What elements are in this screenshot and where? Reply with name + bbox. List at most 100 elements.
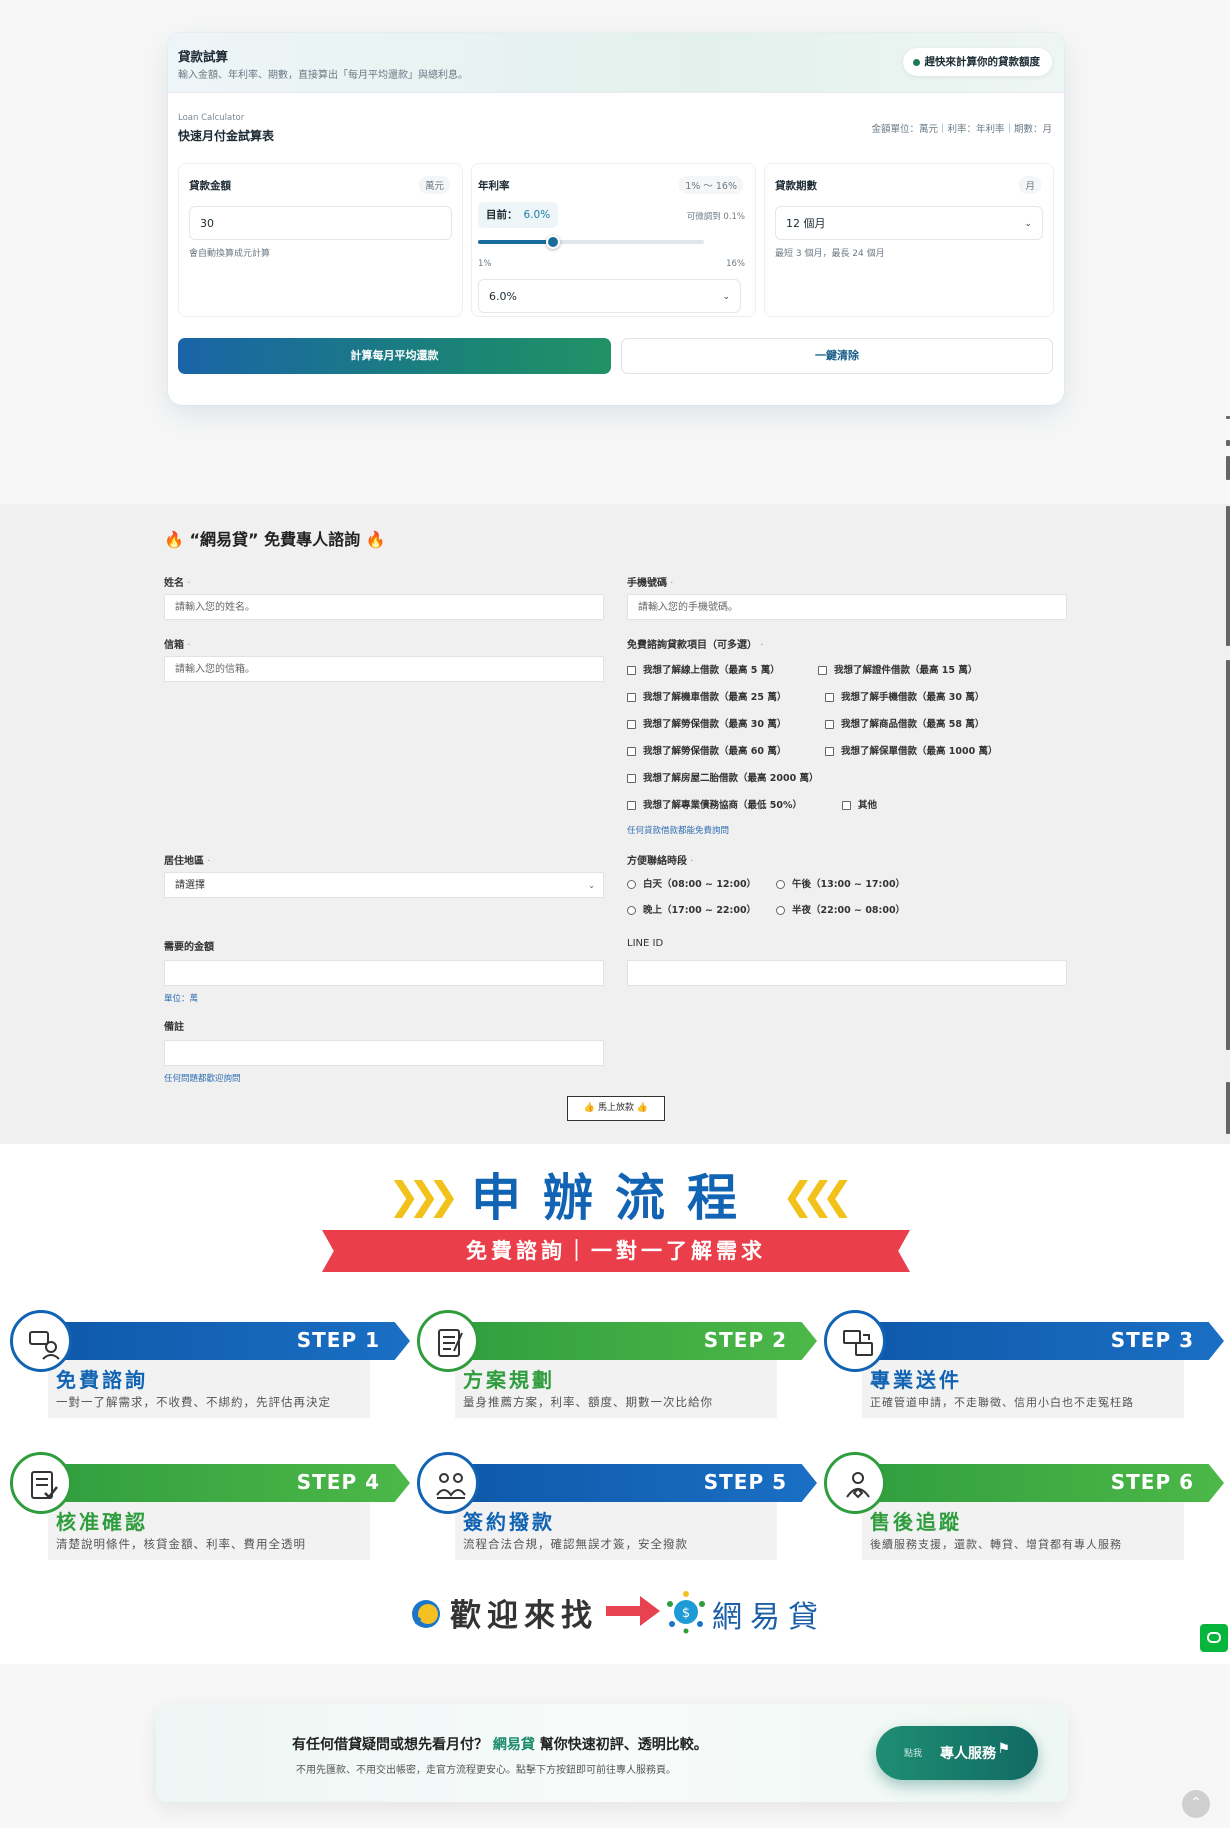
chevron-left-icon: ❮❮❮ — [782, 1174, 853, 1218]
rate-max-label: 16% — [726, 259, 745, 269]
calculator-title: 貸款試算 — [178, 49, 229, 64]
step-desc: 量身推薦方案，利率、額度、期數一次比給你 — [463, 1395, 713, 1409]
scroll-edge-mark — [1226, 1082, 1230, 1134]
back-to-top-button[interactable]: ⌃ — [1182, 1790, 1210, 1818]
calculator-card: 貸款試算 輸入金額、年利率、期數，直接算出「每月平均還款」與總利息。 趕快來計算… — [168, 33, 1064, 405]
remark-label: 備註 — [164, 1022, 184, 1033]
step-number: STEP 1 — [296, 1328, 380, 1352]
time-radio[interactable]: 晚上（17:00 ~ 22:00） — [627, 904, 756, 918]
contact-time-label: 方便聯絡時段 · — [627, 856, 694, 867]
units-note: 金額單位：萬元｜利率：年利率｜期數：月 — [871, 124, 1052, 135]
scroll-edge-mark — [1226, 416, 1230, 419]
scroll-edge-mark — [1226, 660, 1230, 1050]
rate-current-label: 目前： — [486, 209, 518, 221]
region-label: 居住地區 · — [164, 856, 211, 867]
term-select[interactable]: 12 個月 ⌄ — [775, 206, 1043, 240]
amount-input[interactable]: 30 — [189, 206, 452, 240]
step-5: STEP 5 簽約撥款 流程合法合規，確認無誤才簽，安全撥款 — [413, 1444, 817, 1564]
cta-sub-text: 不用先匯款、不用交出帳密，走官方流程更安心。點擊下方按鈕即可前往專人服務頁。 — [296, 1765, 676, 1776]
item-checkbox[interactable]: 我想了解專業債務協商（最低 50%） — [627, 799, 802, 813]
scroll-edge-mark — [1226, 440, 1230, 446]
contract-handshake-icon — [417, 1452, 479, 1514]
cta-card: 有任何借貸疑問或想先看月付？ 網易貸 幫你快速初評、透明比較。 不用先匯款、不用… — [156, 1704, 1068, 1802]
line-id-input[interactable] — [627, 960, 1067, 986]
remark-input[interactable] — [164, 1040, 604, 1066]
step-name: 方案規劃 — [463, 1368, 555, 1392]
item-checkbox[interactable]: 我想了解線上借款（最高 5 萬） — [627, 664, 780, 678]
expert-service-button[interactable]: 點我 專人服務 ⚑ — [876, 1726, 1038, 1780]
step-desc: 清楚說明條件，核貸金額、利率、費用全透明 — [56, 1537, 306, 1551]
amount-unit-note: 單位：萬 — [164, 994, 199, 1004]
rate-slider[interactable] — [478, 235, 704, 249]
amount-hint: 會自動換算成元計算 — [189, 249, 271, 259]
rate-current-value: 6.0% — [523, 209, 551, 221]
email-input[interactable]: 請輸入您的信箱。 — [164, 656, 604, 682]
submit-button[interactable]: 👍 馬上放款 👍 — [567, 1096, 665, 1121]
item-checkbox[interactable]: 其他 — [842, 799, 877, 813]
rate-slider-thumb[interactable] — [546, 235, 561, 249]
phone-input[interactable]: 請輸入您的手機號碼。 — [627, 594, 1067, 620]
email-label: 信箱 · — [164, 640, 191, 651]
calculator-table-title: 快速月付金試算表 — [178, 129, 275, 143]
step-1: STEP 1 免費諮詢 一對一了解需求，不收費、不綁約，先評估再決定 — [6, 1302, 410, 1422]
calculator-en-label: Loan Calculator — [178, 113, 245, 123]
scroll-edge-mark — [1226, 456, 1230, 480]
step-desc: 正確管道申請，不走聯徵、信用小白也不走冤枉路 — [870, 1396, 1134, 1409]
time-radio[interactable]: 午後（13:00 ~ 17:00） — [776, 878, 905, 892]
item-checkbox[interactable]: 我想了解房屋二胎借款（最高 2000 萬） — [627, 772, 819, 786]
step-6: STEP 6 售後追蹤 後續服務支援，還款、轉貸、增貸都有專人服務 — [820, 1444, 1224, 1564]
rate-select[interactable]: 6.0% ⌄ — [478, 279, 741, 313]
step-number: STEP 6 — [1110, 1470, 1194, 1494]
cta-main-text: 有任何借貸疑問或想先看月付？ 網易貸 幫你快速初評、透明比較。 — [292, 1737, 708, 1753]
item-checkbox[interactable]: 我想了解證件借款（最高 15 萬） — [818, 664, 977, 678]
item-checkbox[interactable]: 我想了解商品借款（最高 58 萬） — [825, 718, 984, 732]
cta-button-tag: 點我 — [904, 1749, 923, 1759]
badge-text: 趕快來計算你的貸款額度 — [924, 56, 1041, 68]
item-checkbox[interactable]: 我想了解機車借款（最高 25 萬） — [627, 691, 786, 705]
clear-button[interactable]: 一鍵清除 — [621, 338, 1053, 374]
term-label: 貸款期數 — [775, 180, 817, 192]
step-2: STEP 2 方案規劃 量身推薦方案，利率、額度、期數一次比給你 — [413, 1302, 817, 1422]
item-checkbox[interactable]: 我想了解勞保借款（最高 30 萬） — [627, 718, 786, 732]
step-name: 簽約撥款 — [463, 1510, 555, 1534]
item-checkbox[interactable]: 我想了解勞保借款（最高 60 萬） — [627, 745, 786, 759]
rate-min-label: 1% — [478, 259, 492, 269]
scroll-edge-mark — [1226, 506, 1230, 646]
calculator-header: 貸款試算 輸入金額、年利率、期數，直接算出「每月平均還款」與總利息。 趕快來計算… — [168, 33, 1064, 93]
item-checkbox[interactable]: 我想了解手機借款（最高 30 萬） — [825, 691, 984, 705]
line-chat-button[interactable] — [1200, 1624, 1228, 1652]
chevron-down-icon: ⌄ — [588, 881, 595, 890]
chevron-down-icon: ⌄ — [1024, 219, 1032, 229]
status-dot-icon — [912, 59, 920, 66]
item-checkbox[interactable]: 我想了解保單借款（最高 1000 萬） — [825, 745, 998, 759]
form-title: 🔥 “網易貸” 免費專人諮詢 🔥 — [164, 526, 386, 550]
brand-logo-icon: $ — [667, 1591, 705, 1634]
rate-step-hint: 可微調到 0.1% — [686, 212, 745, 222]
step-name: 售後追蹤 — [870, 1510, 962, 1534]
step-body: 簽約撥款 流程合法合規，確認無誤才簽，安全撥款 — [455, 1502, 777, 1560]
step-body: 方案規劃 量身推薦方案，利率、額度、期數一次比給你 — [455, 1360, 777, 1418]
time-radio[interactable]: 半夜（22:00 ~ 08:00） — [776, 904, 905, 918]
step-desc: 流程合法合規，確認無誤才簽，安全撥款 — [463, 1537, 688, 1551]
process-title: 申辦流程 — [471, 1169, 759, 1227]
amount-label: 貸款金額 — [189, 180, 231, 192]
calculate-button[interactable]: 計算每月平均還款 — [178, 338, 611, 374]
step-name: 核准確認 — [56, 1510, 148, 1534]
step-number: STEP 4 — [296, 1470, 380, 1494]
flag-icon: ⚑ — [997, 1741, 1010, 1757]
step-number: STEP 5 — [703, 1470, 787, 1494]
time-radio[interactable]: 白天（08:00 ~ 12:00） — [627, 878, 756, 892]
region-select[interactable]: 請選擇 ⌄ — [164, 872, 604, 898]
svg-text:$: $ — [682, 1606, 690, 1621]
step-desc: 一對一了解需求，不收費、不綁約，先評估再決定 — [56, 1395, 331, 1409]
process-section: ❯❯❯ 申辦流程 ❮❮❮ 免費諮詢｜一對一了解需求 STEP 1 免費諮詢 一對… — [0, 1144, 1230, 1664]
rate-box: 年利率 1% ～ 16% 目前： 6.0% 可微調到 0.1% 1% 16% 6.… — [471, 163, 756, 317]
phone-label: 手機號碼 · — [627, 578, 674, 589]
name-input[interactable]: 請輸入您的姓名。 — [164, 594, 604, 620]
term-hint: 最短 3 個月，最長 24 個月 — [775, 249, 885, 259]
amount-unit: 萬元 — [418, 176, 450, 194]
calculator-subtitle: 輸入金額、年利率、期數，直接算出「每月平均還款」與總利息。 — [178, 70, 468, 81]
step-name: 專業送件 — [870, 1368, 962, 1392]
document-plan-icon — [417, 1310, 479, 1372]
amount-needed-input[interactable] — [164, 960, 604, 986]
